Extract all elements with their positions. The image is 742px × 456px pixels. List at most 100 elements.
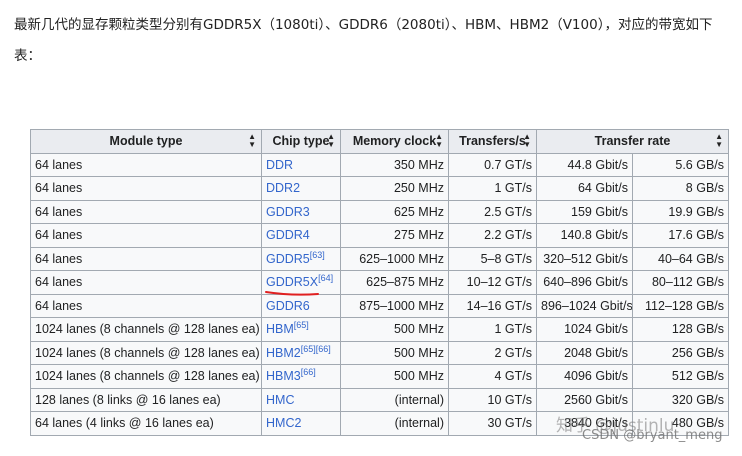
cell-rate-bytes: 80–112 GB/s [631, 270, 730, 295]
cell-rate-bits: 44.8 Gbit/s [536, 152, 633, 177]
cell-transfers: 4 GT/s [448, 364, 537, 389]
cell-module-type: 64 lanes [30, 152, 262, 177]
cell-transfers: 10–12 GT/s [448, 270, 537, 295]
cell-memory-clock: 625–1000 MHz [340, 246, 449, 271]
cell-transfers: 30 GT/s [448, 411, 537, 436]
table-row: 64 lanes DDR 350 MHz 0.7 GT/s 44.8 Gbit/s 5.6… [30, 152, 730, 177]
cell-transfers: 14–16 GT/s [448, 293, 537, 318]
chip-type-link[interactable]: GDDR5 [266, 252, 310, 266]
cell-rate-bits: 896–1024 Gbit/s [536, 293, 633, 318]
table-row: 64 lanes GDDR5X[64] 625–875 MHz 10–12 GT/s 6… [30, 270, 730, 295]
cell-memory-clock: 625–875 MHz [340, 270, 449, 295]
cell-rate-bits: 320–512 Gbit/s [536, 246, 633, 271]
cell-rate-bytes: 8 GB/s [631, 176, 730, 201]
cell-chip-type[interactable]: GDDR5X[64] [261, 270, 341, 295]
cell-rate-bytes: 17.6 GB/s [631, 223, 730, 248]
header-transfers[interactable]: Transfers/s ▲ ▼ [448, 129, 537, 154]
cell-module-type: 64 lanes [30, 223, 262, 248]
cell-transfers: 2.5 GT/s [448, 199, 537, 224]
cell-rate-bits: 159 Gbit/s [536, 199, 633, 224]
cell-rate-bytes: 19.9 GB/s [631, 199, 730, 224]
cell-transfers: 10 GT/s [448, 387, 537, 412]
sort-icon[interactable]: ▲ ▼ [715, 133, 723, 149]
cell-chip-type[interactable]: HBM3[66] [261, 364, 341, 389]
chip-type-link[interactable]: HBM2 [266, 346, 301, 360]
sort-icon[interactable]: ▲ ▼ [327, 133, 335, 149]
cell-rate-bytes: 40–64 GB/s [631, 246, 730, 271]
cell-rate-bytes: 256 GB/s [631, 340, 730, 365]
chip-type-link[interactable]: HBM [266, 322, 294, 336]
header-module-type[interactable]: Module type ▲ ▼ [30, 129, 262, 154]
cell-rate-bytes: 512 GB/s [631, 364, 730, 389]
cell-chip-type[interactable]: DDR [261, 152, 341, 177]
cell-rate-bytes: 480 GB/s [631, 411, 730, 436]
cell-rate-bits: 640–896 Gbit/s [536, 270, 633, 295]
cell-rate-bits: 4096 Gbit/s [536, 364, 633, 389]
table-row: 128 lanes (8 links @ 16 lanes ea) HMC (int… [30, 387, 730, 412]
chip-type-link[interactable]: GDDR6 [266, 299, 310, 313]
table-row: 64 lanes GDDR6 875–1000 MHz 14–16 GT/s 896–1… [30, 293, 730, 318]
citation-ref[interactable]: [65][66] [301, 344, 331, 354]
cell-rate-bits: 64 Gbit/s [536, 176, 633, 201]
memory-bandwidth-table: Module type ▲ ▼ Chip type ▲ ▼ Memory clock ▲ ▼… [30, 129, 730, 436]
table-row: 1024 lanes (8 channels @ 128 lanes ea) HB… [30, 364, 730, 389]
header-transfer-rate[interactable]: Transfer rate ▲ ▼ [535, 129, 730, 154]
chip-type-link[interactable]: HMC [266, 393, 294, 407]
chip-type-link[interactable]: HMC2 [266, 416, 301, 430]
cell-memory-clock: 250 MHz [340, 176, 449, 201]
chip-type-link[interactable]: DDR2 [266, 181, 300, 195]
cell-memory-clock: (internal) [340, 387, 449, 412]
header-chip-type[interactable]: Chip type ▲ ▼ [261, 129, 341, 154]
cell-chip-type[interactable]: HMC [261, 387, 341, 412]
cell-rate-bits: 2048 Gbit/s [536, 340, 633, 365]
intro-paragraph: 最新几代的显存颗粒类型分别有GDDR5X（1080ti）、GDDR6（2080t… [14, 17, 713, 64]
chip-type-link[interactable]: DDR [266, 158, 293, 172]
cell-chip-type[interactable]: DDR2 [261, 176, 341, 201]
chip-type-link[interactable]: GDDR4 [266, 228, 310, 242]
cell-chip-type[interactable]: HMC2 [261, 411, 341, 436]
chip-type-link[interactable]: GDDR3 [266, 205, 310, 219]
chip-type-link[interactable]: HBM3 [266, 369, 301, 383]
sort-icon[interactable]: ▲ ▼ [248, 133, 256, 149]
chip-type-link[interactable]: GDDR5X [266, 275, 318, 289]
cell-chip-type[interactable]: HBM2[65][66] [261, 340, 341, 365]
citation-ref[interactable]: [65] [294, 320, 309, 330]
cell-chip-type[interactable]: GDDR4 [261, 223, 341, 248]
citation-ref[interactable]: [64] [318, 273, 333, 283]
cell-rate-bits: 3840 Gbit/s [536, 411, 633, 436]
cell-module-type: 64 lanes [30, 176, 262, 201]
cell-memory-clock: 500 MHz [340, 364, 449, 389]
table-row: 64 lanes (4 links @ 16 lanes ea) HMC2 (int… [30, 411, 730, 436]
cell-memory-clock: 275 MHz [340, 223, 449, 248]
table-row: 64 lanes GDDR4 275 MHz 2.2 GT/s 140.8 Gbit/s… [30, 223, 730, 248]
sort-icon[interactable]: ▲ ▼ [435, 133, 443, 149]
citation-ref[interactable]: [63] [310, 250, 325, 260]
cell-transfers: 5–8 GT/s [448, 246, 537, 271]
cell-module-type: 64 lanes [30, 270, 262, 295]
cell-transfers: 1 GT/s [448, 317, 537, 342]
cell-memory-clock: 500 MHz [340, 317, 449, 342]
cell-transfers: 0.7 GT/s [448, 152, 537, 177]
cell-rate-bytes: 112–128 GB/s [631, 293, 730, 318]
table-row: 64 lanes DDR2 250 MHz 1 GT/s 64 Gbit/s 8 GB/s [30, 176, 730, 201]
cell-module-type: 64 lanes [30, 199, 262, 224]
cell-chip-type[interactable]: HBM[65] [261, 317, 341, 342]
cell-module-type: 64 lanes (4 links @ 16 lanes ea) [30, 411, 262, 436]
cell-chip-type[interactable]: GDDR5[63] [261, 246, 341, 271]
cell-chip-type[interactable]: GDDR6 [261, 293, 341, 318]
cell-module-type: 128 lanes (8 links @ 16 lanes ea) [30, 387, 262, 412]
table-row: 64 lanes GDDR5[63] 625–1000 MHz 5–8 GT/s 320… [30, 246, 730, 271]
cell-module-type: 1024 lanes (8 channels @ 128 lanes ea) [30, 340, 262, 365]
cell-memory-clock: (internal) [340, 411, 449, 436]
sort-icon[interactable]: ▲ ▼ [523, 133, 531, 149]
cell-rate-bits: 140.8 Gbit/s [536, 223, 633, 248]
cell-module-type: 1024 lanes (8 channels @ 128 lanes ea) [30, 364, 262, 389]
cell-transfers: 1 GT/s [448, 176, 537, 201]
cell-module-type: 1024 lanes (8 channels @ 128 lanes ea) [30, 317, 262, 342]
cell-rate-bytes: 5.6 GB/s [631, 152, 730, 177]
header-memory-clock[interactable]: Memory clock ▲ ▼ [340, 129, 449, 154]
cell-module-type: 64 lanes [30, 246, 262, 271]
cell-module-type: 64 lanes [30, 293, 262, 318]
citation-ref[interactable]: [66] [301, 367, 316, 377]
cell-chip-type[interactable]: GDDR3 [261, 199, 341, 224]
